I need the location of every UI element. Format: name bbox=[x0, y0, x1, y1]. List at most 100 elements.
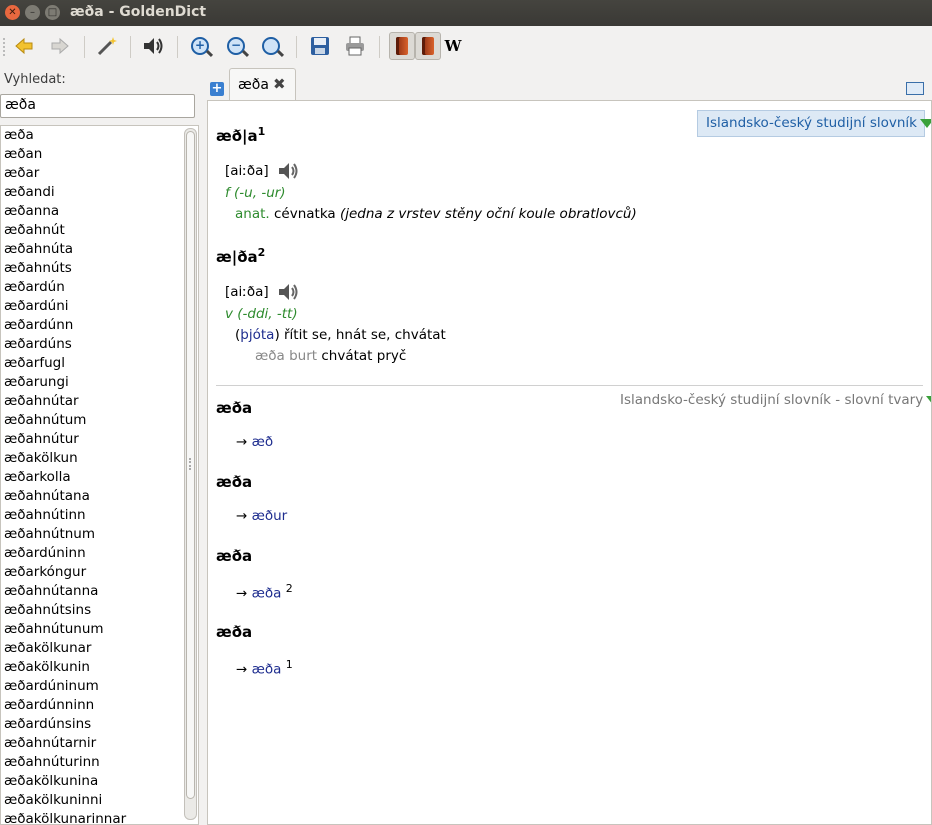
tab-label: æða bbox=[238, 77, 269, 93]
list-item[interactable]: æðahnúturinn bbox=[1, 753, 198, 772]
list-item[interactable]: æða bbox=[1, 126, 198, 145]
entry-meaning: anat. cévnatka (jedna z vrstev stěny očn… bbox=[235, 206, 637, 222]
list-item[interactable]: æðahnúta bbox=[1, 240, 198, 259]
new-tab-button[interactable]: + bbox=[210, 82, 224, 96]
list-item[interactable]: æðarfugl bbox=[1, 354, 198, 373]
dictionary-toggle-1[interactable] bbox=[389, 32, 415, 60]
save-button[interactable] bbox=[308, 34, 332, 58]
window-maximize-button[interactable]: □ bbox=[45, 5, 60, 20]
tab-aeda[interactable]: æða ✖ bbox=[229, 68, 296, 101]
scan-wand-icon bbox=[97, 37, 117, 56]
dictionary-divider bbox=[216, 385, 923, 386]
list-item[interactable]: æðar bbox=[1, 164, 198, 183]
dictionary-bar[interactable]: Islandsko-český studijní slovník bbox=[697, 110, 931, 137]
list-item[interactable]: æðahnútum bbox=[1, 411, 198, 430]
list-item[interactable]: æðahnútana bbox=[1, 487, 198, 506]
collapse-triangle-icon[interactable] bbox=[920, 118, 931, 128]
entry-pronunciation: [aiːða] bbox=[225, 161, 301, 181]
list-item[interactable]: æðardúnsins bbox=[1, 715, 198, 734]
wikipedia-button[interactable]: W bbox=[441, 34, 465, 58]
list-item[interactable]: æðardúninum bbox=[1, 677, 198, 696]
form-reference: → æður bbox=[236, 508, 288, 524]
window-minimize-button[interactable]: – bbox=[25, 5, 40, 20]
toolbar-grip[interactable] bbox=[3, 38, 8, 56]
list-item[interactable]: æðahnútar bbox=[1, 392, 198, 411]
entry-example: æða burt chvátat pryč bbox=[255, 348, 407, 364]
list-item[interactable]: æðardúnn bbox=[1, 316, 198, 335]
title-bar: ✕ – □ æða - GoldenDict bbox=[0, 0, 932, 26]
list-item[interactable]: æðahnúts bbox=[1, 259, 198, 278]
toolbar-separator bbox=[379, 36, 380, 58]
pane-splitter-handle[interactable] bbox=[189, 458, 194, 470]
form-headword: æða bbox=[216, 547, 253, 565]
list-item[interactable]: æðahnútsins bbox=[1, 601, 198, 620]
dictionary-book-icon bbox=[422, 37, 434, 55]
list-item[interactable]: æðahnút bbox=[1, 221, 198, 240]
list-item[interactable]: æðahnútunum bbox=[1, 620, 198, 639]
toolbar-separator bbox=[177, 36, 178, 58]
list-item[interactable]: æðakölkunar bbox=[1, 639, 198, 658]
word-list-scrollbar[interactable] bbox=[184, 128, 197, 820]
collapse-triangle-icon[interactable] bbox=[926, 395, 931, 405]
window-title: æða - GoldenDict bbox=[70, 4, 207, 20]
speaker-icon[interactable] bbox=[277, 161, 301, 181]
main-toolbar: + − W bbox=[0, 26, 932, 66]
dictionary-toggle-2[interactable] bbox=[415, 32, 441, 60]
entry-headword: æ|ða2 bbox=[216, 246, 266, 266]
zoom-reset-button[interactable] bbox=[259, 34, 283, 58]
print-button[interactable] bbox=[343, 34, 367, 58]
toolbar-separator bbox=[84, 36, 85, 58]
window-close-button[interactable]: ✕ bbox=[5, 5, 20, 20]
scan-popup-button[interactable] bbox=[95, 34, 119, 58]
toolbar-separator bbox=[296, 36, 297, 58]
entry-grammar: f (-u, -ur) bbox=[225, 185, 286, 201]
back-button[interactable] bbox=[12, 34, 36, 58]
form-link[interactable]: æð bbox=[252, 434, 274, 450]
article-view: Islandsko-český studijní slovník æð|a1 [… bbox=[207, 100, 932, 825]
dictionary-name: Islandsko-český studijní slovník bbox=[706, 115, 918, 131]
zoom-in-button[interactable]: + bbox=[188, 34, 212, 58]
form-link[interactable]: æður bbox=[252, 508, 288, 524]
list-item[interactable]: æðakölkunarinnar bbox=[1, 810, 198, 824]
list-item[interactable]: æðanna bbox=[1, 202, 198, 221]
entry-headword: æð|a1 bbox=[216, 125, 266, 145]
list-item[interactable]: æðardúninn bbox=[1, 544, 198, 563]
tab-list-menu-icon[interactable] bbox=[906, 82, 924, 95]
entry-grammar: v (-ddi, -tt) bbox=[225, 306, 298, 322]
speaker-icon bbox=[144, 38, 163, 54]
list-item[interactable]: æðardúnninn bbox=[1, 696, 198, 715]
list-item[interactable]: æðakölkun bbox=[1, 449, 198, 468]
word-list[interactable]: æða æðan æðar æðandi æðanna æðahnút æðahnúta æð… bbox=[0, 125, 199, 825]
forward-button[interactable] bbox=[48, 34, 72, 58]
list-item[interactable]: æðardúni bbox=[1, 297, 198, 316]
form-link[interactable]: æða bbox=[252, 586, 282, 602]
list-item[interactable]: æðarkolla bbox=[1, 468, 198, 487]
form-link[interactable]: æða bbox=[252, 662, 282, 678]
list-item[interactable]: æðardúns bbox=[1, 335, 198, 354]
list-item[interactable]: æðarungi bbox=[1, 373, 198, 392]
pronounce-button[interactable] bbox=[141, 34, 165, 58]
zoom-out-button[interactable]: − bbox=[224, 34, 248, 58]
entry-meaning: (þjóta) řítit se, hnát se, chvátat bbox=[235, 327, 446, 343]
search-input[interactable]: æða bbox=[0, 94, 195, 118]
list-item[interactable]: æðahnútur bbox=[1, 430, 198, 449]
entry-pronunciation: [aiːða] bbox=[225, 282, 301, 302]
list-item[interactable]: æðarkóngur bbox=[1, 563, 198, 582]
list-item[interactable]: æðahnútnum bbox=[1, 525, 198, 544]
speaker-icon[interactable] bbox=[277, 282, 301, 302]
list-item[interactable]: æðakölkuninni bbox=[1, 791, 198, 810]
list-item[interactable]: æðakölkunin bbox=[1, 658, 198, 677]
list-item[interactable]: æðardún bbox=[1, 278, 198, 297]
tab-close-icon[interactable]: ✖ bbox=[273, 75, 286, 93]
list-item[interactable]: æðahnútanna bbox=[1, 582, 198, 601]
list-item[interactable]: æðan bbox=[1, 145, 198, 164]
search-label: Vyhledat: bbox=[4, 72, 66, 87]
list-item[interactable]: æðakölkunina bbox=[1, 772, 198, 791]
zoom-reset-icon bbox=[262, 37, 280, 55]
list-item[interactable]: æðandi bbox=[1, 183, 198, 202]
list-item[interactable]: æðahnútinn bbox=[1, 506, 198, 525]
list-item[interactable]: æðahnútarnir bbox=[1, 734, 198, 753]
plus-icon: + bbox=[211, 81, 223, 96]
dictionary-name-forms[interactable]: Islandsko-český studijní slovník - slovn… bbox=[620, 392, 931, 408]
zoom-out-icon: − bbox=[227, 37, 245, 55]
